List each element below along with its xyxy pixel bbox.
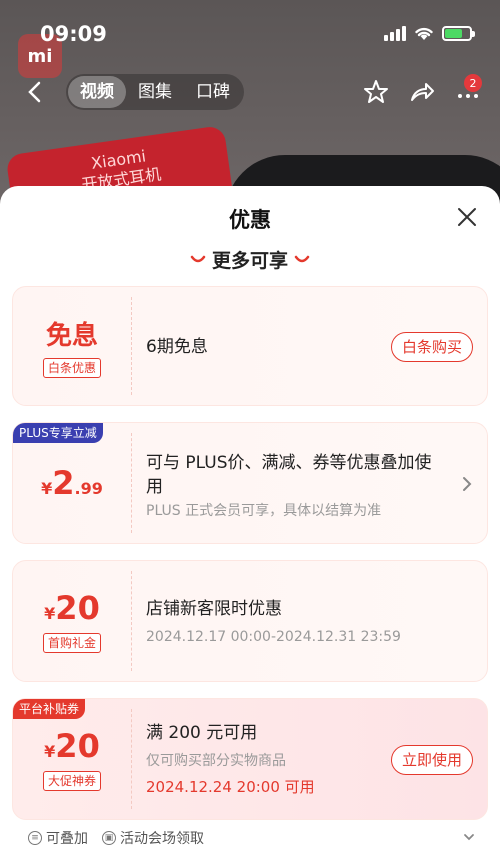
currency-symbol: ¥ [44,604,56,623]
chevron-down-icon[interactable] [462,830,476,844]
smile-icon [190,255,206,262]
offer-title: 店铺新客限时优惠 [146,599,282,619]
offer-headline: 免息 [45,320,98,351]
close-icon[interactable] [456,206,478,228]
offer-left: ¥20 首购礼金 [13,561,131,681]
section-header: 更多可享 [0,246,500,273]
offer-title: 可与 PLUS价、满减、券等优惠叠加使用 [146,453,432,497]
star-icon[interactable] [362,78,390,106]
offer-left: 免息 白条优惠 [13,287,131,405]
offer-card-new-customer[interactable]: ¥20 首购礼金 店铺新客限时优惠 2024.12.17 00:00-2024.… [12,560,488,682]
discount-sheet: 优惠 更多可享 免息 白条优惠 6期免息 白条购买 PLUS专享立减 ¥2.99… [0,186,500,868]
status-icons [384,25,475,41]
tab-reviews[interactable]: 口碑 [184,76,242,108]
offer-left: ¥2.99 [13,423,131,543]
claim-info: ▣ 活动会场领取 [102,828,204,848]
divider [131,709,132,809]
offer-right: 可与 PLUS价、满减、券等优惠叠加使用 PLUS 正式会员可享，具体以结算为准 [146,423,447,543]
tab-gallery[interactable]: 图集 [126,76,184,108]
back-icon[interactable] [22,78,50,106]
offer-title: 6期免息 [146,337,208,357]
use-now-button[interactable]: 立即使用 [390,745,473,775]
offer-title: 满 200 元可用 [146,723,258,743]
stackable-info: ≡ 可叠加 [28,828,88,848]
offer-tag: 白条优惠 [42,357,101,378]
offer-subtitle: 仅可购买部分实物商品 [146,753,286,769]
signal-icon [384,25,406,41]
amount-decimal: .99 [74,479,103,498]
amount-value: 20 [55,727,100,765]
section-title: 更多可享 [211,250,288,272]
top-nav: 视频 图集 口碑 2 [0,72,500,112]
share-icon[interactable] [408,78,436,106]
media-tabs: 视频 图集 口碑 [66,74,244,110]
amount-value: 20 [55,589,100,627]
offer-card-platform-coupon[interactable]: 平台补贴券 ¥20 大促神券 满 200 元可用 仅可购买部分实物商品 2024… [12,698,488,820]
offer-left: ¥20 大促神券 [13,699,131,819]
stack-icon: ≡ [28,831,42,845]
offer-amount: ¥20 [44,589,100,627]
divider [131,297,132,395]
venue-icon: ▣ [102,831,116,845]
offer-amount: ¥20 [44,727,100,765]
offer-start-time: 2024.12.24 20:00 可用 [146,778,315,796]
claim-label: 活动会场领取 [120,831,204,847]
battery-icon [442,25,475,41]
offer-right: 店铺新客限时优惠 2024.12.17 00:00-2024.12.31 23:… [146,561,475,681]
amount-integer: 2 [52,464,75,502]
offer-validity: 2024.12.17 00:00-2024.12.31 23:59 [146,629,401,645]
chevron-right-icon[interactable] [461,475,473,493]
offer-subtitle: PLUS 正式会员可享，具体以结算为准 [146,503,382,519]
divider [131,571,132,671]
offer-card-interest-free[interactable]: 免息 白条优惠 6期免息 白条购买 [12,286,488,406]
smile-icon [294,255,310,262]
offer-amount: ¥2.99 [41,464,103,502]
offer-tag: 大促神券 [42,771,101,791]
notification-badge: 2 [464,74,482,92]
tab-video[interactable]: 视频 [68,76,126,108]
stackable-label: 可叠加 [46,831,88,847]
currency-symbol: ¥ [41,479,53,498]
divider [131,433,132,533]
wifi-icon [415,27,433,40]
more-button[interactable]: 2 [454,74,494,106]
sheet-title: 优惠 [229,208,271,232]
offer-tag: 首购礼金 [42,633,101,653]
status-bar: 09:09 [0,0,500,64]
coupon-footer: ≡ 可叠加 ▣ 活动会场领取 [12,824,488,852]
offer-card-plus[interactable]: PLUS专享立减 ¥2.99 可与 PLUS价、满减、券等优惠叠加使用 PLUS… [12,422,488,544]
currency-symbol: ¥ [44,742,56,761]
status-time: 09:09 [40,22,107,46]
baitiao-buy-button[interactable]: 白条购买 [390,332,473,362]
